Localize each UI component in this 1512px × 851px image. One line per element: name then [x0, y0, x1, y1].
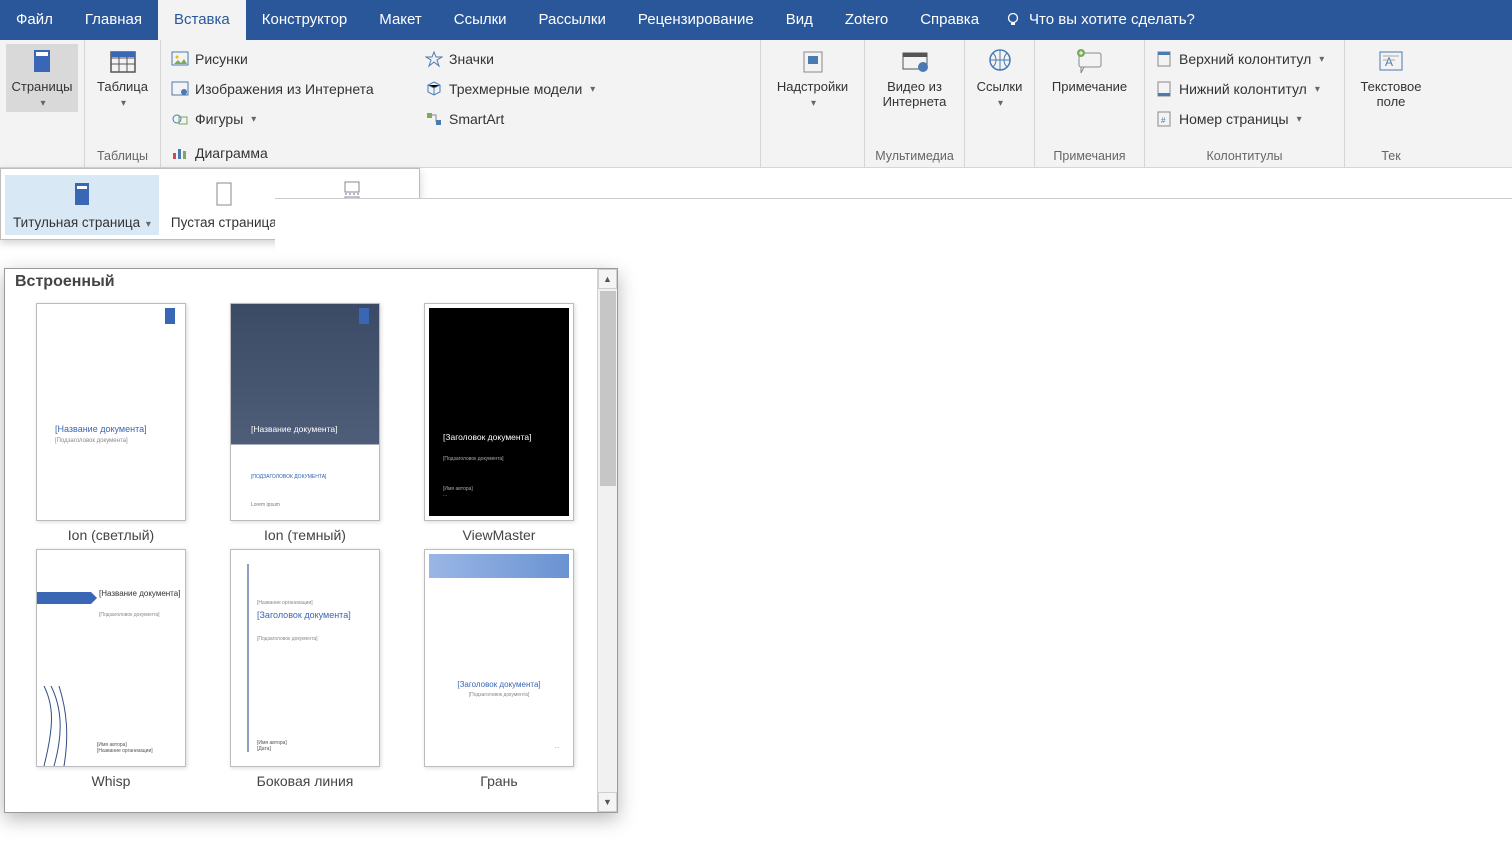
blank-page-button[interactable]: Пустая страница: [163, 175, 285, 235]
shapes-icon: [171, 110, 189, 128]
addins-button[interactable]: Надстройки▾: [767, 44, 858, 112]
chart-button[interactable]: Диаграмма: [167, 138, 307, 168]
gallery-section-header: Встроенный: [5, 269, 597, 295]
shapes-button[interactable]: Фигуры ▾: [167, 104, 417, 134]
cover-page-button[interactable]: Титульная страница ▾: [5, 175, 159, 235]
textbox-icon: A: [1375, 46, 1407, 78]
pagenum-icon: #: [1155, 110, 1173, 128]
svg-text:A: A: [1385, 55, 1393, 69]
svg-text:#: #: [1161, 116, 1166, 125]
page-icon: [26, 46, 58, 78]
addin-icon: [797, 46, 829, 78]
media-group-label: Мультимедиа: [871, 147, 958, 167]
smartart-icon: [425, 110, 443, 128]
tab-layout[interactable]: Макет: [363, 0, 437, 40]
table-button[interactable]: Таблица▾: [91, 44, 154, 112]
tab-mailings[interactable]: Рассылки: [523, 0, 622, 40]
scroll-thumb[interactable]: [600, 291, 616, 486]
menu-tabbar: Файл Главная Вставка Конструктор Макет С…: [0, 0, 1512, 40]
online-picture-icon: [171, 80, 189, 98]
online-video-button[interactable]: Видео из Интернета: [871, 44, 958, 112]
cover-template-ion-light[interactable]: [Название документа] [Подзаголовок докум…: [21, 303, 201, 543]
header-icon: [1155, 50, 1173, 68]
links-button[interactable]: Ссылки▾: [971, 44, 1028, 112]
text-group-label: Тек: [1351, 147, 1431, 167]
comments-group-label: Примечания: [1041, 147, 1138, 167]
footer-icon: [1155, 80, 1173, 98]
pages-group-label: [6, 161, 78, 167]
cover-template-facet[interactable]: [Заголовок документа] [Подзаголовок доку…: [409, 549, 589, 789]
cover-page-gallery: Встроенный [Название документа] [Подзаго…: [4, 268, 618, 813]
icons-icon: [425, 50, 443, 68]
scroll-up-button[interactable]: ▲: [598, 269, 617, 289]
gallery-scrollbar[interactable]: ▲ ▼: [597, 269, 617, 812]
cube-icon: [425, 80, 443, 98]
cover-page-icon: [66, 179, 98, 211]
3d-models-button[interactable]: Трехмерные модели ▾: [421, 74, 621, 104]
tab-references[interactable]: Ссылки: [438, 0, 523, 40]
tab-home[interactable]: Главная: [69, 0, 158, 40]
comment-icon: [1074, 46, 1106, 78]
smartart-button[interactable]: SmartArt: [421, 104, 621, 134]
footer-button[interactable]: Нижний колонтитул ▾: [1151, 74, 1338, 104]
tab-design[interactable]: Конструктор: [246, 0, 364, 40]
tab-file[interactable]: Файл: [0, 0, 69, 40]
cover-template-sidebar[interactable]: [Название организации] [Заголовок докуме…: [215, 549, 395, 789]
comment-button[interactable]: Примечание: [1041, 44, 1138, 97]
cover-template-viewmaster[interactable]: [Заголовок документа] [Подзаголовок доку…: [409, 303, 589, 543]
link-icon: [984, 46, 1016, 78]
cover-template-ion-dark[interactable]: [Название документа] [ПОДЗАГОЛОВОК ДОКУМ…: [215, 303, 395, 543]
textbox-button[interactable]: A Текстовое поле: [1351, 44, 1431, 112]
header-button[interactable]: Верхний колонтитул ▾: [1151, 44, 1338, 74]
pages-button[interactable]: Страницы▾: [6, 44, 78, 112]
tables-group-label: Таблицы: [91, 147, 154, 167]
picture-icon: [171, 50, 189, 68]
tab-help[interactable]: Справка: [904, 0, 995, 40]
tab-zotero[interactable]: Zotero: [829, 0, 904, 40]
video-icon: [899, 46, 931, 78]
blank-page-icon: [208, 179, 240, 211]
icons-button[interactable]: Значки: [421, 44, 621, 74]
scroll-down-button[interactable]: ▼: [598, 792, 617, 812]
page-number-button[interactable]: #Номер страницы ▾: [1151, 104, 1338, 134]
lightbulb-icon: [1005, 12, 1021, 28]
pictures-button[interactable]: Рисунки: [167, 44, 417, 74]
tab-insert[interactable]: Вставка: [158, 0, 246, 40]
tab-review[interactable]: Рецензирование: [622, 0, 770, 40]
cover-template-whisp[interactable]: [Название документа] [Подзаголовок докум…: [21, 549, 201, 789]
tell-me-input[interactable]: Что вы хотите сделать?: [995, 0, 1205, 40]
table-icon: [107, 46, 139, 78]
online-pictures-button[interactable]: Изображения из Интернета: [167, 74, 417, 104]
ribbon: Страницы▾ Таблица▾ Таблицы Рисунки Изобр…: [0, 40, 1512, 168]
headerfooter-group-label: Колонтитулы: [1151, 147, 1338, 167]
tab-view[interactable]: Вид: [770, 0, 829, 40]
chart-icon: [171, 144, 189, 162]
